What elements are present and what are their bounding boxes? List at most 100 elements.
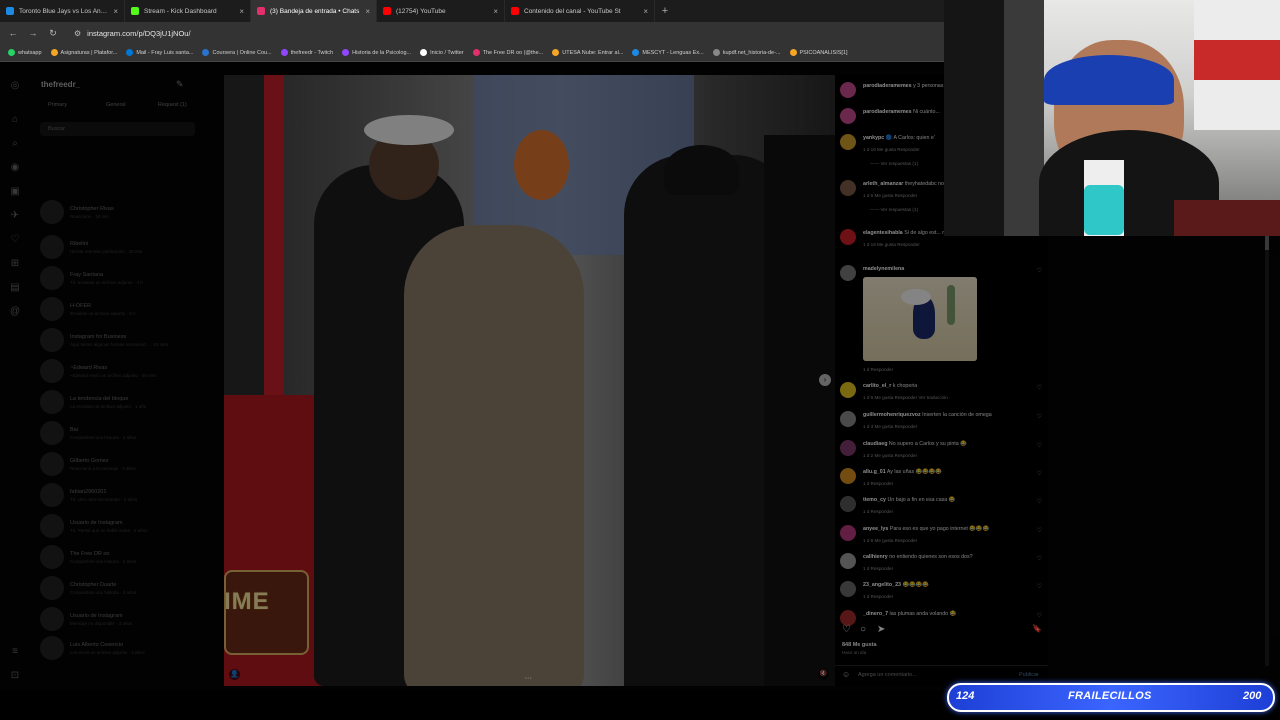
tagged-users-icon[interactable]: 👤 <box>229 669 240 680</box>
comment-username[interactable]: parodiaderamemes <box>863 109 912 115</box>
browser-tab[interactable]: (12754) YouTube × <box>377 0 505 22</box>
comment-meta[interactable]: 1 d 6 Me gusta Responder <box>863 193 917 198</box>
conversation-item[interactable]: Instagram for Business Aquí tienes alguna… <box>40 326 200 354</box>
comment-like-icon[interactable]: ♡ <box>1037 442 1042 449</box>
comment-input[interactable]: Agrega un comentario... <box>858 672 917 678</box>
avatar[interactable] <box>840 581 856 597</box>
threads-icon[interactable]: @ <box>9 306 21 318</box>
conversation-item[interactable]: Christopher Duarte Compartiste una histor… <box>40 574 200 602</box>
comment-username[interactable]: arleth_almanzar <box>863 181 903 187</box>
notifications-icon[interactable]: ♡ <box>9 234 21 246</box>
conversation-item[interactable]: Usuario de Instagram Tú: Pensé que no hab… <box>40 512 200 540</box>
comment-username[interactable]: elagentesihabla <box>863 230 903 236</box>
home-icon[interactable]: ⌂ <box>9 114 21 126</box>
bookmark-item[interactable]: Historia de la Psicolog... <box>342 49 411 56</box>
comment-username[interactable]: allu.g_01 <box>863 469 886 475</box>
comment-username[interactable]: tiemo_cy <box>863 497 886 503</box>
save-icon[interactable]: 🔖 <box>1032 624 1042 633</box>
explore-icon[interactable]: ◉ <box>9 162 21 174</box>
comment-username[interactable]: yankypc <box>863 135 884 141</box>
tab-close-icon[interactable]: × <box>113 7 118 16</box>
conversation-item[interactable]: fabian2960201 Tú: Uno auto encontrado · 2… <box>40 481 200 509</box>
dm-search-input[interactable]: Buscar <box>40 122 195 136</box>
browser-tab[interactable]: Contenido del canal - YouTube St × <box>505 0 655 22</box>
comment-meta[interactable]: 1 d Responder <box>863 481 893 486</box>
comment-gif[interactable] <box>863 277 977 361</box>
browser-tab[interactable]: Stream - Kick Dashboard × <box>125 0 251 22</box>
share-icon[interactable]: ➤ <box>877 624 885 635</box>
comment-username[interactable]: 23_angelito_23 <box>863 582 901 588</box>
bookmark-item[interactable]: Inicio / Twitter <box>420 49 464 56</box>
conversation-item[interactable]: Christopher Rivas Reaccionó · 18 min <box>40 198 200 226</box>
tab-close-icon[interactable]: × <box>493 7 498 16</box>
avatar[interactable] <box>840 229 856 245</box>
dm-tab-request[interactable]: Request (1) <box>158 102 187 108</box>
comment-icon[interactable]: ○ <box>860 624 866 635</box>
avatar[interactable] <box>840 82 856 98</box>
forward-button[interactable]: → <box>28 28 38 38</box>
comment-like-icon[interactable]: ♡ <box>1037 498 1042 505</box>
bookmark-item[interactable]: PSICOANALISIS[1] <box>789 49 848 56</box>
avatar[interactable] <box>840 468 856 484</box>
bookmark-item[interactable]: Mail - Fray Luis santa... <box>126 49 193 56</box>
browser-tab[interactable]: (3) Bandeja de entrada • Chats × <box>251 0 377 22</box>
conversation-item[interactable]: The Free DR oo Compartiste una historia ·… <box>40 543 200 571</box>
comment-meta[interactable]: 1 d 6 Me gusta Responder Ver traducción <box>863 395 948 400</box>
view-replies-link[interactable]: —— Ver respuestas (1) <box>870 161 918 166</box>
bookmark-item[interactable]: UTESA Nube: Entrar al... <box>552 49 623 56</box>
next-media-button[interactable]: › <box>819 374 831 386</box>
avatar[interactable] <box>840 265 856 281</box>
bookmark-item[interactable]: Coursera | Online Cou... <box>202 49 272 56</box>
bookmark-item[interactable]: The Free DR oo (@the... <box>472 49 543 56</box>
tab-close-icon[interactable]: × <box>365 7 370 16</box>
avatar[interactable] <box>840 553 856 569</box>
publish-button[interactable]: Publicar <box>1019 672 1039 678</box>
conversation-item[interactable]: La tendencia del bloque La enviaste un ar… <box>40 388 200 416</box>
comment-meta[interactable]: 1 d Responder <box>863 367 893 372</box>
comment-like-icon[interactable]: ♡ <box>1037 267 1042 274</box>
instagram-logo-icon[interactable]: ◎ <box>9 80 21 92</box>
create-icon[interactable]: ⊞ <box>9 258 21 270</box>
comment-like-icon[interactable]: ♡ <box>1037 413 1042 420</box>
comment-meta[interactable]: 1 d 8 Me gusta Responder <box>863 538 917 543</box>
scrollbar-track[interactable] <box>1265 236 1269 666</box>
reels-icon[interactable]: ▣ <box>9 186 21 198</box>
comment-meta[interactable]: 1 d 16 Me gusta Responder <box>863 147 920 152</box>
post-media[interactable] <box>224 75 835 686</box>
like-icon[interactable]: ♡ <box>842 624 851 635</box>
comment-meta[interactable]: 1 d 2 Me gusta Responder <box>863 453 917 458</box>
avatar[interactable] <box>840 134 856 150</box>
bookmark-item[interactable]: MESCYT - Lenguas Ex... <box>632 49 704 56</box>
apps-icon[interactable]: ⊡ <box>9 670 21 682</box>
bookmark-item[interactable]: thefreedr - Twitch <box>280 49 333 56</box>
comment-like-icon[interactable]: ♡ <box>1037 527 1042 534</box>
comment-meta[interactable]: 1 d Responder <box>863 509 893 514</box>
avatar[interactable] <box>840 496 856 512</box>
avatar[interactable] <box>840 411 856 427</box>
comment-username[interactable]: anyee_lys <box>863 526 888 532</box>
new-tab-button[interactable]: + <box>655 5 675 17</box>
bookmark-item[interactable]: Asignaturas | Platafor... <box>50 49 117 56</box>
comment-username[interactable]: claudiaeg <box>863 441 887 447</box>
dm-tab-general[interactable]: General <box>106 102 126 108</box>
site-info-icon[interactable]: ⚙ <box>74 29 81 38</box>
like-count[interactable]: 848 Me gusta <box>842 642 877 648</box>
scrollbar-thumb[interactable] <box>1265 236 1269 250</box>
dashboard-icon[interactable]: ▤ <box>9 282 21 294</box>
conversation-item[interactable]: H-OFER Enviaste un archivo adjunto · 5 h <box>40 295 200 323</box>
comment-meta[interactable]: 1 d 18 Me gusta Responder <box>863 242 920 247</box>
browser-tab[interactable]: Toronto Blue Jays vs Los Angeles D × <box>0 0 125 22</box>
conversation-item[interactable]: Luis Alberto Cesencio Los envió un archiv… <box>40 634 200 662</box>
conversation-item[interactable]: Ribelini Hiciste reenviar publicación · 3… <box>40 233 200 261</box>
comment-username[interactable]: carlito_el_r <box>863 383 891 389</box>
bookmark-item[interactable]: whatsapp <box>8 49 42 56</box>
comment-meta[interactable]: 1 d Responder <box>863 594 893 599</box>
conversation-item[interactable]: ~Edward Rivas ~Edward envió un archivo ad… <box>40 357 200 385</box>
comment-username[interactable]: guillermohenriquezvoz <box>863 412 921 418</box>
reload-button[interactable]: ↻ <box>48 28 58 39</box>
menu-icon[interactable]: ≡ <box>9 646 21 658</box>
comment-meta[interactable]: 1 d 3 Me gusta Responder <box>863 424 917 429</box>
avatar[interactable] <box>840 440 856 456</box>
tab-close-icon[interactable]: × <box>239 7 244 16</box>
dm-username[interactable]: thefreedr_ <box>41 80 80 89</box>
